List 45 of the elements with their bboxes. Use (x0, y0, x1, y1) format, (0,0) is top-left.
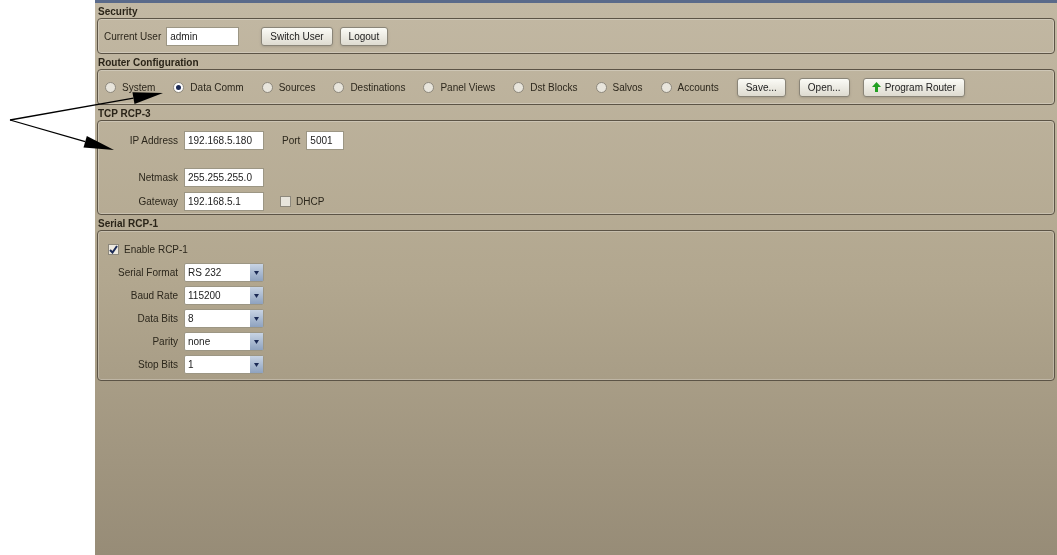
caret-icon (254, 362, 259, 367)
text-field[interactable]: 5001 (306, 131, 345, 150)
dropdown[interactable]: 1 (184, 355, 264, 374)
text-field[interactable]: 255.255.255.0 (184, 168, 264, 187)
caret-icon (254, 316, 259, 321)
text-field[interactable]: 192.168.5.180 (184, 131, 264, 150)
field-label: Gateway (137, 195, 178, 209)
dhcp-checkbox[interactable]: DHCP (280, 194, 325, 209)
view-radio[interactable]: Dst Blocks (513, 79, 578, 95)
section-title: Security (97, 5, 139, 18)
dropdown[interactable]: 8 (184, 309, 264, 328)
up-arrow-icon (871, 82, 881, 92)
field-label: Parity (151, 335, 178, 349)
view-radio[interactable]: Destinations (333, 79, 406, 95)
field-label: IP Address (128, 134, 178, 148)
field-label: Port (282, 134, 301, 148)
text-field[interactable]: 192.168.5.1 (184, 192, 264, 211)
caret-icon (254, 270, 259, 275)
view-radio[interactable]: Accounts (660, 79, 719, 95)
view-radio[interactable]: Salvos (595, 79, 643, 95)
section-title: Router Configuration (97, 56, 200, 69)
view-radio[interactable]: Panel Views (423, 79, 496, 95)
text-field[interactable]: admin (166, 26, 240, 46)
action-button[interactable]: Logout (339, 26, 389, 46)
field-label: Current User (104, 29, 162, 44)
field-label: Baud Rate (129, 289, 178, 303)
dropdown[interactable]: 115200 (184, 286, 264, 305)
view-radio[interactable]: Sources (261, 79, 316, 95)
field-label: Netmask (137, 171, 178, 185)
field-label: Stop Bits (136, 358, 178, 372)
action-button[interactable]: Open... (798, 77, 850, 97)
dropdown[interactable]: none (184, 332, 264, 351)
dropdown[interactable]: RS 232 (184, 263, 264, 282)
section-title: Serial RCP-1 (97, 217, 160, 230)
caret-icon (254, 293, 259, 298)
field-label: Data Bits (136, 312, 178, 326)
enable-checkbox[interactable]: Enable RCP-1 (108, 241, 188, 257)
action-button[interactable]: Switch User (261, 26, 333, 46)
view-radio[interactable]: Data Comm (173, 79, 244, 95)
caret-icon (254, 339, 259, 344)
action-button[interactable]: Save... (736, 77, 786, 97)
section-title: TCP RCP-3 (97, 107, 152, 120)
field-label: Serial Format (117, 266, 178, 280)
check-icon (109, 244, 118, 254)
action-button[interactable]: Program Router (862, 77, 965, 97)
